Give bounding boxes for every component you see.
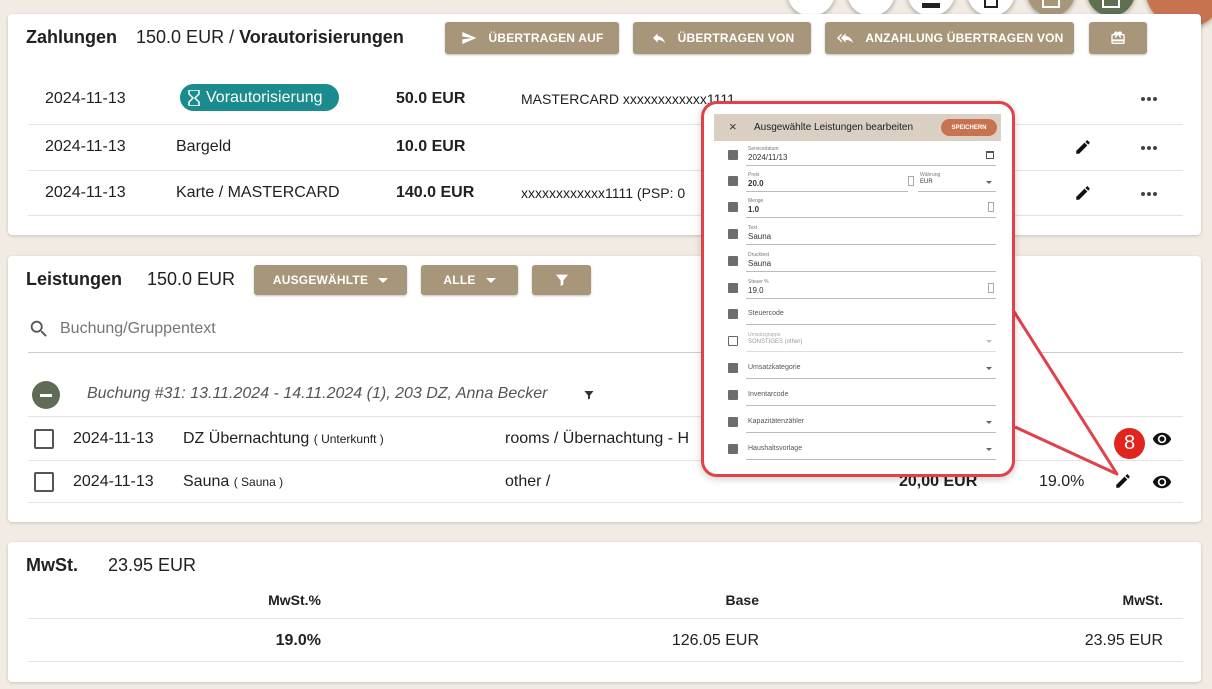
currency-dropdown-icon[interactable] [986,181,992,184]
price-stepper[interactable] [908,176,914,186]
dropdown-icon[interactable] [986,367,992,370]
field-checkbox[interactable] [728,309,738,319]
field-checkbox[interactable] [728,336,738,346]
edit-services-dialog: × Ausgewählte Leistungen bearbeiten SPEI… [701,101,1015,477]
dropdown-icon[interactable] [986,340,992,343]
field-inventory-code[interactable]: Inventarcode [728,388,996,410]
field-price[interactable]: Preis 20.0 Währung EUR [728,172,996,196]
field-budget-template[interactable]: Haushaltsvorlage [728,442,996,464]
field-quantity[interactable]: Menge 1.0 [728,198,996,222]
field-tax-percent[interactable]: Steuer % 19.0 [728,279,996,303]
dialog-title: Ausgewählte Leistungen bearbeiten [754,122,914,133]
field-revenue-category[interactable]: Umsatzkategorie [728,361,996,383]
quantity-stepper[interactable] [988,202,994,212]
field-checkbox[interactable] [728,202,738,212]
field-checkbox[interactable] [728,283,738,293]
field-checkbox[interactable] [728,176,738,186]
field-checkbox[interactable] [728,444,738,454]
field-checkbox[interactable] [728,150,738,160]
field-tax-code[interactable]: Steuercode [728,307,996,329]
tax-stepper[interactable] [988,283,994,293]
field-text[interactable]: Text Sauna [728,225,996,249]
field-capacity-counter[interactable]: Kapazitätenzähler [728,415,996,437]
field-print-text[interactable]: Drucktext Sauna [728,252,996,276]
field-checkbox[interactable] [728,256,738,266]
dropdown-icon[interactable] [986,448,992,451]
callout-pointer [1011,309,1119,476]
close-icon[interactable]: × [729,119,737,134]
field-checkbox[interactable] [728,363,738,373]
field-checkbox[interactable] [728,229,738,239]
field-service-date[interactable]: Servicedatum 2024/11/13 [728,146,996,170]
field-checkbox[interactable] [728,390,738,400]
dropdown-icon[interactable] [986,421,992,424]
calendar-icon[interactable] [986,151,994,159]
dialog-header: × Ausgewählte Leistungen bearbeiten SPEI… [714,114,1001,141]
field-revenue-group[interactable]: Umsatzgruppe SONSTIGES (other) [728,332,996,356]
step-badge: 8 [1114,428,1145,459]
save-button[interactable]: SPEICHERN [941,119,997,136]
field-checkbox[interactable] [728,417,738,427]
